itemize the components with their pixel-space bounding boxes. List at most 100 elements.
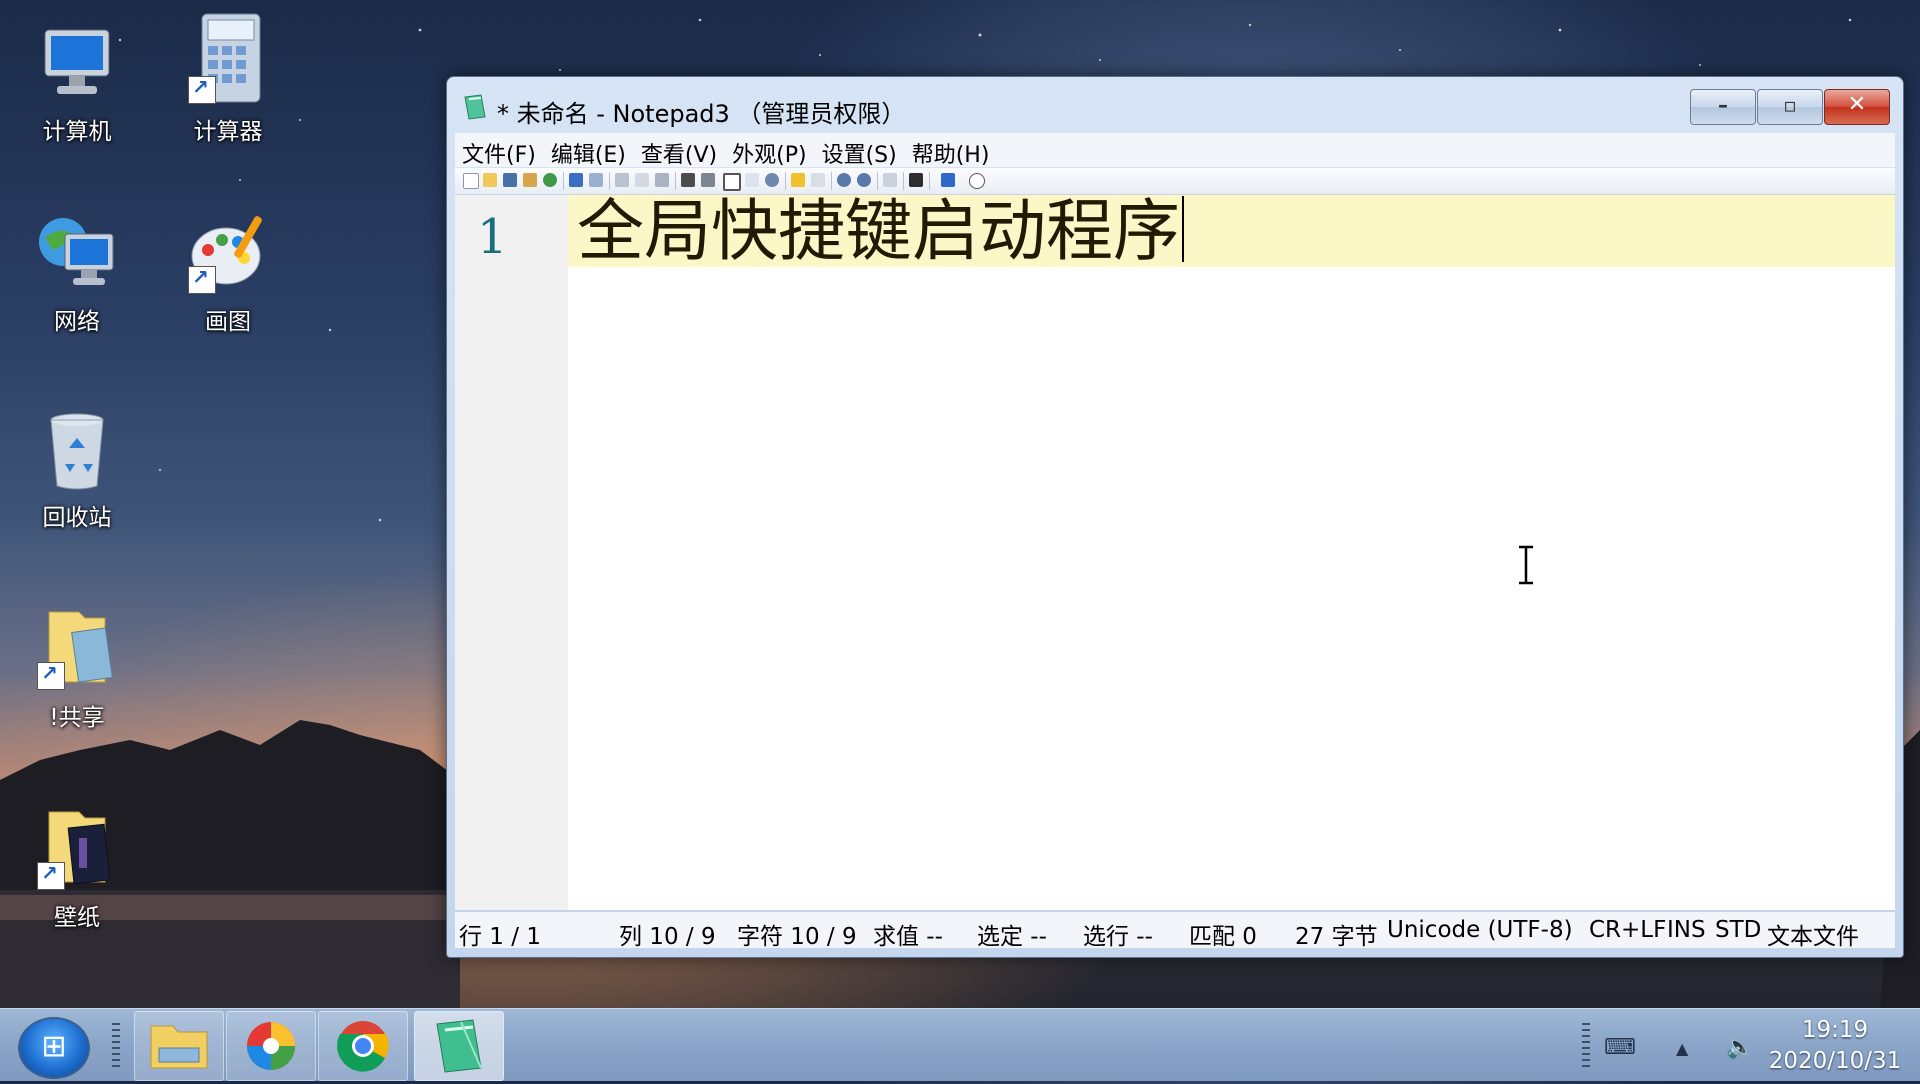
- tray-grip[interactable]: [1582, 1023, 1590, 1069]
- computer-icon: [35, 22, 119, 106]
- menu-settings[interactable]: 设置(S): [815, 133, 905, 169]
- status-encoding[interactable]: Unicode (UTF-8): [1387, 917, 1573, 943]
- volume-icon[interactable]: 🔈: [1726, 1035, 1753, 1060]
- customize-icon[interactable]: [909, 173, 923, 187]
- chrome-icon: [337, 1021, 389, 1072]
- editor-text: 全局快捷键启动程序: [577, 192, 1180, 270]
- menu-appearance[interactable]: 外观(P): [725, 133, 814, 169]
- paint-palette-icon: [186, 212, 270, 296]
- taskbar-chrome[interactable]: [318, 1011, 408, 1081]
- find-icon[interactable]: [681, 173, 695, 187]
- scheme-icon[interactable]: [883, 173, 897, 187]
- minimize-button[interactable]: –: [1690, 89, 1756, 125]
- desktop-icon-calculator[interactable]: 计算器: [173, 12, 283, 146]
- notepad3-app-icon: [461, 93, 489, 121]
- recycle-bin-icon: [35, 408, 119, 492]
- start-button[interactable]: ⊞: [18, 1017, 90, 1079]
- text-editor[interactable]: 1 全局快捷键启动程序: [455, 195, 1895, 910]
- taskbar-file-explorer[interactable]: [134, 1011, 224, 1081]
- folder-icon: [35, 608, 119, 692]
- desktop-icon-network[interactable]: 网络: [22, 212, 132, 336]
- show-hidden-icons-icon[interactable]: ▲: [1676, 1039, 1688, 1058]
- status-bar: 行 1 / 1 列 10 / 9 字符 10 / 9 求值 -- 选定 -- 选…: [455, 911, 1895, 951]
- status-filetype[interactable]: 文本文件: [1767, 917, 1859, 951]
- reload-icon[interactable]: [543, 173, 557, 187]
- status-std[interactable]: STD: [1715, 917, 1761, 943]
- word-wrap-icon[interactable]: [723, 173, 741, 191]
- text-caret: [1182, 196, 1184, 262]
- taskbar-multicolor-app[interactable]: [226, 1011, 316, 1081]
- pin-icon[interactable]: [941, 173, 955, 187]
- desktop-icon-computer[interactable]: 计算机: [22, 22, 132, 146]
- title-bar[interactable]: * 未命名 - Notepad3 （管理员权限） – ▫ ✕: [447, 77, 1903, 133]
- search-icon[interactable]: [765, 173, 779, 187]
- taskbar-notepad3[interactable]: [414, 1011, 504, 1081]
- keyboard-icon[interactable]: ⌨: [1604, 1035, 1636, 1060]
- desktop-icon-share-folder[interactable]: !共享: [22, 608, 132, 732]
- toolbar: [455, 168, 1895, 195]
- network-icon: [35, 212, 119, 296]
- exit-icon[interactable]: [969, 173, 985, 189]
- close-button[interactable]: ✕: [1824, 89, 1890, 125]
- open-folder-icon[interactable]: [483, 173, 497, 187]
- save-as-icon[interactable]: [523, 173, 537, 187]
- desktop-icon-label: !共享: [49, 705, 105, 731]
- desktop-icon-label: 计算机: [42, 119, 112, 145]
- maximize-button[interactable]: ▫: [1757, 89, 1823, 125]
- taskbar-grip[interactable]: [112, 1023, 120, 1069]
- status-column: 列 10 / 9: [619, 924, 716, 950]
- editor-text-line[interactable]: 全局快捷键启动程序: [577, 195, 1184, 267]
- notepad3-icon: [436, 1019, 482, 1073]
- menu-file[interactable]: 文件(F): [455, 133, 544, 169]
- notepad3-window[interactable]: * 未命名 - Notepad3 （管理员权限） – ▫ ✕ 文件(F) 编辑(E…: [446, 76, 1904, 958]
- favorites-star-icon[interactable]: [791, 173, 805, 187]
- copy-icon[interactable]: [635, 173, 649, 187]
- desktop-icon-recycle-bin[interactable]: 回收站: [22, 408, 132, 532]
- new-file-icon[interactable]: [463, 173, 479, 189]
- status-selection: 选定 --: [977, 924, 1047, 950]
- folder-icon: [35, 808, 119, 892]
- windows-logo-icon: ⊞: [41, 1029, 67, 1064]
- menu-bar: 文件(F) 编辑(E) 查看(V) 外观(P) 设置(S) 帮助(H): [455, 133, 1895, 169]
- menu-help[interactable]: 帮助(H): [905, 133, 998, 169]
- status-chars: 字符 10 / 9: [737, 924, 857, 950]
- status-match: 匹配 0: [1189, 924, 1257, 950]
- desktop-icon-label: 画图: [205, 309, 251, 335]
- status-ins[interactable]: INS: [1667, 917, 1706, 943]
- add-favorite-icon[interactable]: [811, 173, 825, 187]
- menu-view[interactable]: 查看(V): [634, 133, 725, 169]
- status-eol[interactable]: CR+LF: [1589, 917, 1666, 943]
- system-clock[interactable]: 19:19 2020/10/31: [1760, 1015, 1910, 1077]
- status-bytes: 27 字节: [1295, 924, 1378, 950]
- save-icon[interactable]: [503, 173, 517, 187]
- cut-icon[interactable]: [615, 173, 629, 187]
- shortcut-arrow-icon: [188, 265, 216, 294]
- status-selected-lines: 选行 --: [1083, 924, 1153, 950]
- shortcut-arrow-icon: [37, 861, 65, 890]
- status-eval: 求值 --: [873, 924, 943, 950]
- window-title: * 未命名 - Notepad3 （管理员权限）: [497, 100, 906, 128]
- status-line: 行 1 / 1: [459, 924, 541, 950]
- desktop-icon-label: 网络: [54, 309, 100, 335]
- zoom-out-icon[interactable]: [857, 173, 871, 187]
- menu-edit[interactable]: 编辑(E): [544, 133, 634, 169]
- desktop-icon-label: 回收站: [42, 505, 112, 531]
- desktop-icon-wallpaper-folder[interactable]: 壁纸: [22, 808, 132, 932]
- shortcut-arrow-icon: [37, 661, 65, 690]
- multicolor-app-icon: [247, 1022, 295, 1070]
- redo-icon[interactable]: [589, 173, 603, 187]
- clock-date: 2020/10/31: [1768, 1048, 1902, 1074]
- calculator-icon: [186, 12, 270, 106]
- undo-icon[interactable]: [569, 173, 583, 187]
- zoom-in-icon[interactable]: [837, 173, 851, 187]
- close-icon: ✕: [1847, 92, 1867, 117]
- line-number-gutter: 1: [455, 195, 568, 910]
- desktop-icon-label: 计算器: [193, 119, 263, 145]
- toggle-view-icon[interactable]: [745, 173, 759, 187]
- i-beam-cursor-icon: [1519, 545, 1533, 585]
- line-number: 1: [477, 209, 508, 265]
- shortcut-arrow-icon: [188, 75, 216, 104]
- desktop-icon-paint[interactable]: 画图: [173, 212, 283, 336]
- replace-icon[interactable]: [701, 173, 715, 187]
- paste-icon[interactable]: [655, 173, 669, 187]
